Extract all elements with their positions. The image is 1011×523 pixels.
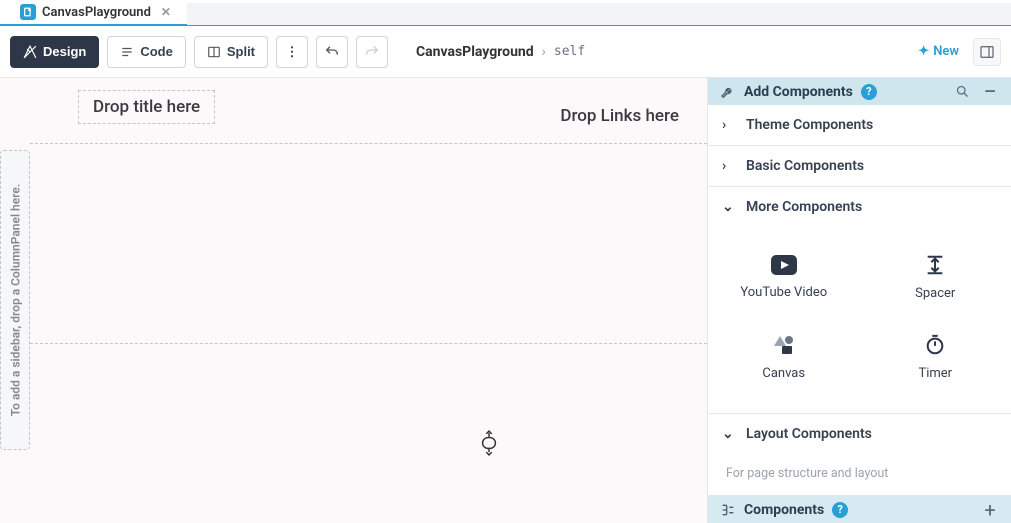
add-components-title: Add Components <box>744 84 853 100</box>
section-more-head[interactable]: ⌄ More Components <box>708 187 1011 227</box>
breadcrumb: CanvasPlayground › self <box>416 44 585 60</box>
new-label: New <box>933 44 959 59</box>
help-icon[interactable]: ? <box>832 502 848 518</box>
file-icon <box>20 4 36 20</box>
workspace: To add a sidebar, drop a ColumnPanel her… <box>0 78 1011 523</box>
split-label: Split <box>227 44 255 59</box>
component-youtube-video[interactable]: YouTube Video <box>708 237 860 317</box>
header-drop-row: Drop title here Drop Links here <box>30 78 707 144</box>
design-label: Design <box>43 44 86 59</box>
code-label: Code <box>140 44 173 59</box>
new-button[interactable]: ✦ New <box>918 44 959 59</box>
undo-button[interactable] <box>316 36 348 68</box>
layout-hint: For page structure and layout <box>708 454 1011 495</box>
chevron-right-icon: › <box>542 44 546 60</box>
content-drop-zone[interactable] <box>30 144 707 344</box>
tab-bar: CanvasPlayground ✕ <box>0 0 1011 26</box>
toolbar: Design Code Split ⋮ CanvasPlayground › s… <box>0 26 1011 78</box>
timer-icon <box>924 334 946 356</box>
tab-title: CanvasPlayground <box>42 5 151 20</box>
split-button[interactable]: Split <box>194 36 268 68</box>
section-more: ⌄ More Components YouTube Video Spacer <box>708 187 1011 414</box>
close-icon[interactable]: ✕ <box>161 5 171 19</box>
component-timer[interactable]: Timer <box>860 317 1011 397</box>
help-icon[interactable]: ? <box>861 84 877 100</box>
design-button[interactable]: Design <box>10 36 99 68</box>
spacer-icon <box>924 254 946 276</box>
breadcrumb-root[interactable]: CanvasPlayground <box>416 44 534 60</box>
sidebar-drop-zone[interactable]: To add a sidebar, drop a ColumnPanel her… <box>0 150 30 450</box>
add-components-header: Add Components ? — <box>708 78 1011 105</box>
component-spacer[interactable]: Spacer <box>860 237 1011 317</box>
links-drop-zone[interactable]: Drop Links here <box>560 78 679 143</box>
redo-button[interactable] <box>356 36 388 68</box>
chevron-down-icon: ⌄ <box>722 426 736 442</box>
title-drop-zone[interactable]: Drop title here <box>78 90 215 124</box>
search-icon[interactable] <box>955 84 973 99</box>
section-basic: › Basic Components <box>708 146 1011 187</box>
plus-icon[interactable]: + <box>981 498 999 522</box>
more-menu-button[interactable]: ⋮ <box>276 36 308 68</box>
plus-icon: ✦ <box>918 44 929 59</box>
code-button[interactable]: Code <box>107 36 186 68</box>
wrench-icon <box>720 84 736 100</box>
more-vertical-icon: ⋮ <box>286 44 299 60</box>
tab-canvas-playground[interactable]: CanvasPlayground ✕ <box>10 0 181 24</box>
components-bottom-header[interactable]: Components ? + <box>708 496 1011 523</box>
section-theme-head[interactable]: › Theme Components <box>708 105 1011 145</box>
sidebar-hint: To add a sidebar, drop a ColumnPanel her… <box>8 184 22 417</box>
collapse-icon[interactable]: — <box>981 84 999 100</box>
canvas-shapes-icon <box>772 334 796 356</box>
component-canvas[interactable]: Canvas <box>708 317 860 397</box>
cursor-icon <box>478 430 500 456</box>
youtube-icon <box>771 255 797 275</box>
tab-new-area[interactable] <box>187 3 1011 25</box>
breadcrumb-leaf[interactable]: self <box>554 44 585 59</box>
chevron-down-icon: ⌄ <box>722 199 736 215</box>
canvas-area[interactable]: To add a sidebar, drop a ColumnPanel her… <box>0 78 707 523</box>
section-layout-head[interactable]: ⌄ Layout Components <box>708 414 1011 454</box>
components-panel: Add Components ? — › Theme Components › … <box>707 78 1011 523</box>
component-grid: YouTube Video Spacer Canvas <box>708 227 1011 413</box>
components-bottom-title: Components <box>744 502 824 518</box>
chevron-right-icon: › <box>722 117 736 133</box>
chevron-right-icon: › <box>722 158 736 174</box>
section-layout: ⌄ Layout Components For page structure a… <box>708 414 1011 496</box>
section-theme: › Theme Components <box>708 105 1011 146</box>
panel-toggle-button[interactable] <box>973 38 1001 66</box>
section-basic-head[interactable]: › Basic Components <box>708 146 1011 186</box>
tree-icon <box>720 502 736 518</box>
